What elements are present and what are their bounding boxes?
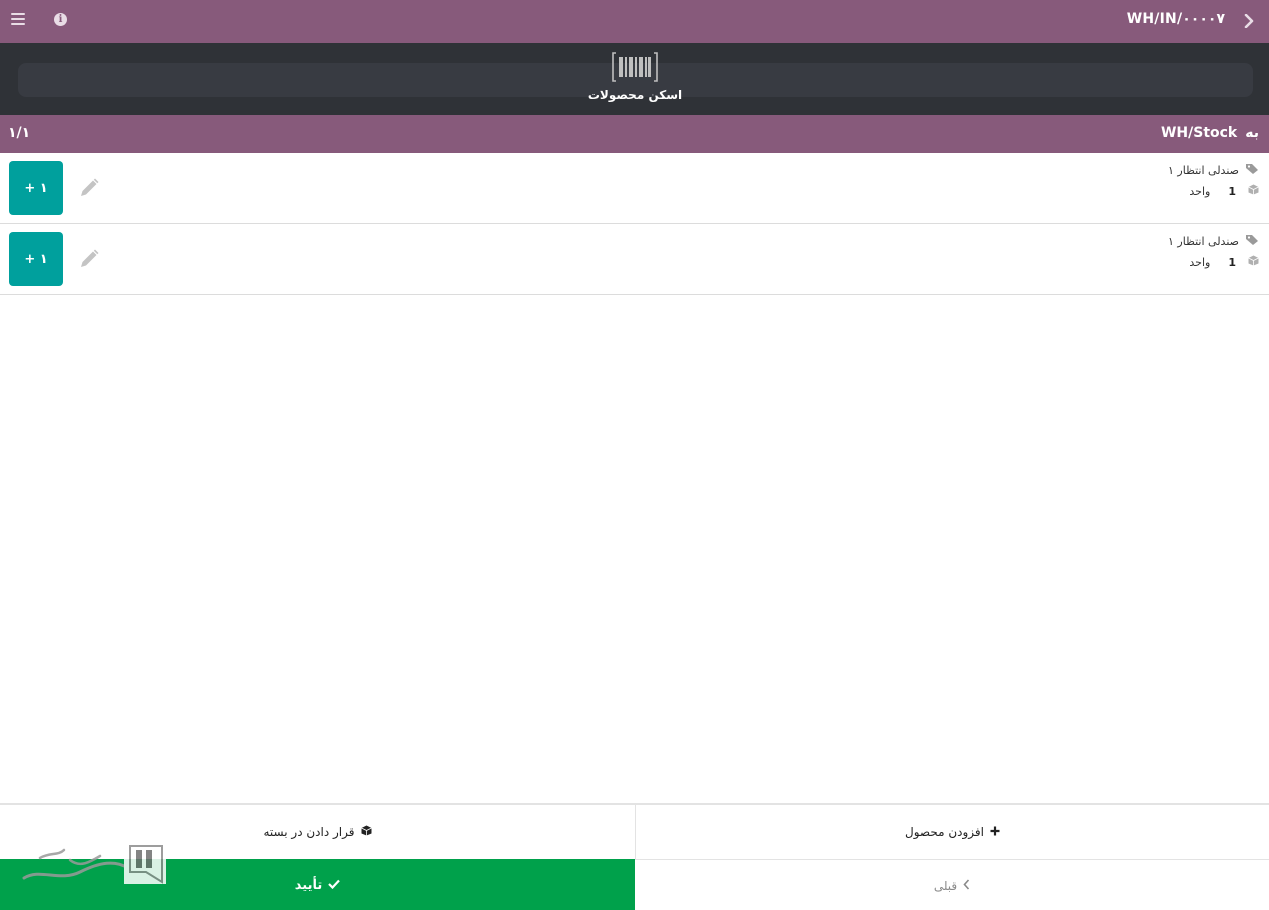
uom-label: واحد	[1189, 184, 1211, 198]
footer-actions: افزودن محصول قرار دادن در بسته قبلی تأیی…	[0, 803, 1269, 910]
put-in-pack-label: قرار دادن در بسته	[263, 825, 355, 839]
info-icon[interactable]: i	[54, 13, 67, 26]
check-icon	[328, 878, 341, 893]
product-name: صندلی انتظار ۱	[1168, 164, 1239, 177]
line-quantity: 1 واحد	[1189, 184, 1259, 198]
pencil-icon[interactable]	[78, 248, 100, 270]
add-product-label: افزودن محصول	[905, 825, 984, 839]
box-icon	[1248, 184, 1259, 198]
previous-label: قبلی	[933, 879, 958, 893]
destination-location: به WH/Stock	[1161, 125, 1259, 141]
line-product: صندلی انتظار ۱	[1168, 163, 1259, 178]
quantity-value: 1	[1228, 255, 1236, 269]
tag-icon	[1245, 234, 1259, 249]
uom-label: واحد	[1189, 255, 1211, 269]
validate-label: تأیید	[294, 878, 323, 893]
product-name: صندلی انتظار ۱	[1168, 235, 1239, 248]
location-prefix: به	[1245, 125, 1259, 141]
location-header: به WH/Stock ۱/۱	[0, 115, 1269, 153]
hamburger-menu-icon[interactable]	[11, 13, 25, 25]
add-one-button[interactable]: + ۱	[9, 161, 63, 215]
add-one-button[interactable]: + ۱	[9, 232, 63, 286]
barcode-icon	[612, 52, 658, 82]
cube-icon	[360, 825, 372, 839]
watermark-logo	[20, 838, 170, 890]
page-counter: ۱/۱	[8, 125, 31, 141]
line-quantity: 1 واحد	[1189, 255, 1259, 269]
box-icon	[1248, 255, 1259, 269]
move-line[interactable]: صندلی انتظار ۱ 1 واحد + ۱	[0, 224, 1269, 295]
tag-icon	[1245, 163, 1259, 178]
pencil-icon[interactable]	[78, 177, 100, 199]
top-bar: WH/IN/۰۰۰۰۷ i	[0, 0, 1269, 43]
move-line[interactable]: صندلی انتظار ۱ 1 واحد + ۱	[0, 153, 1269, 224]
previous-button[interactable]: قبلی	[635, 859, 1269, 910]
chevron-left-icon[interactable]	[1239, 10, 1259, 32]
barcode-picking-app: WH/IN/۰۰۰۰۷ i اسکن محصولات به WH/Stock ۱…	[0, 0, 1269, 910]
scan-area: اسکن محصولات	[0, 43, 1269, 115]
picking-reference: WH/IN/۰۰۰۰۷	[1126, 11, 1225, 27]
line-product: صندلی انتظار ۱	[1168, 234, 1259, 249]
plus-icon	[990, 825, 1000, 839]
location-name: WH/Stock	[1160, 125, 1238, 141]
scan-products-label: اسکن محصولات	[587, 88, 683, 102]
chevron-left-icon	[963, 879, 970, 893]
quantity-value: 1	[1228, 184, 1236, 198]
add-product-button[interactable]: افزودن محصول	[635, 805, 1269, 859]
